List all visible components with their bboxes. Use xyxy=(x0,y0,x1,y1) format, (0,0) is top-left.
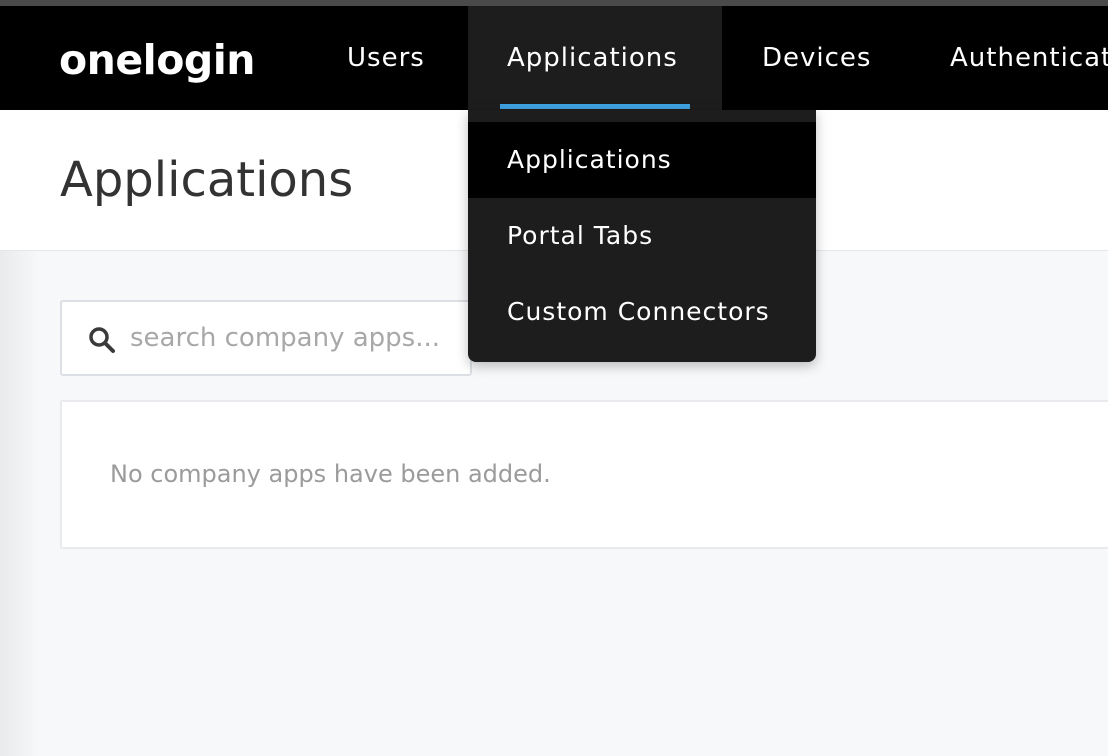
active-nav-indicator xyxy=(500,104,690,109)
nav-item-authentication[interactable]: Authenticat xyxy=(950,6,1108,110)
search-box[interactable] xyxy=(60,300,472,376)
nav-item-devices[interactable]: Devices xyxy=(762,6,871,110)
empty-state-message: No company apps have been added. xyxy=(110,460,551,488)
onelogin-logo[interactable]: onelogin xyxy=(59,36,255,84)
dropdown-item-portal-tabs[interactable]: Portal Tabs xyxy=(468,198,816,274)
nav-item-users[interactable]: Users xyxy=(347,6,425,110)
nav-item-applications-label: Applications xyxy=(507,43,678,73)
nav-item-applications[interactable]: Applications xyxy=(468,6,722,110)
apps-list-panel: No company apps have been added. xyxy=(60,400,1108,549)
dropdown-item-custom-connectors[interactable]: Custom Connectors xyxy=(468,274,816,350)
left-edge-shade xyxy=(0,251,40,756)
applications-dropdown-menu: Applications Portal Tabs Custom Connecto… xyxy=(468,110,816,362)
search-input[interactable] xyxy=(130,302,460,374)
top-navbar: onelogin Users Applications Devices Auth… xyxy=(0,6,1108,110)
search-icon xyxy=(89,327,115,353)
dropdown-item-applications[interactable]: Applications xyxy=(468,122,816,198)
page-title: Applications xyxy=(60,152,354,208)
